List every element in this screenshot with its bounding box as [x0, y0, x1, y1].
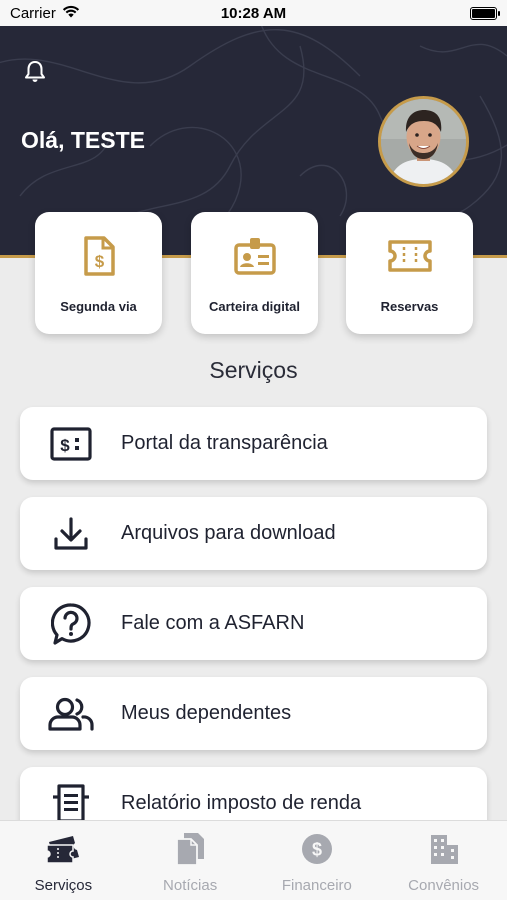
- svg-text:$: $: [94, 252, 104, 271]
- ticket-icon: [387, 234, 433, 278]
- carrier-label: Carrier: [10, 4, 56, 22]
- service-label: Meus dependentes: [121, 702, 292, 724]
- ticket-icon: [45, 831, 81, 867]
- quick-action-carteira-digital[interactable]: Carteira digital: [191, 212, 318, 334]
- quick-action-label: Segunda via: [60, 299, 137, 314]
- tab-convenios[interactable]: Convênios: [380, 821, 507, 900]
- money-screen-icon: $: [20, 426, 121, 461]
- tab-noticias[interactable]: Notícias: [127, 821, 254, 900]
- wifi-icon: [62, 5, 80, 22]
- buildings-icon: [428, 831, 460, 867]
- svg-text:$: $: [60, 436, 70, 455]
- service-arquivos-download[interactable]: Arquivos para download: [20, 497, 487, 570]
- quick-action-reservas[interactable]: Reservas: [346, 212, 473, 334]
- service-meus-dependentes[interactable]: Meus dependentes: [20, 677, 487, 750]
- service-label: Portal da transparência: [121, 432, 328, 454]
- tab-label: Financeiro: [281, 877, 352, 894]
- service-label: Arquivos para download: [121, 522, 336, 544]
- documents-icon: [174, 831, 206, 867]
- tab-label: Serviços: [34, 877, 93, 894]
- id-card-icon: [233, 234, 277, 278]
- avatar[interactable]: [378, 96, 469, 187]
- services-section-title: Serviços: [209, 357, 298, 383]
- greeting-text: Olá, TESTE: [21, 127, 145, 153]
- battery-icon: [470, 6, 500, 20]
- users-icon: [20, 697, 121, 731]
- service-label: Fale com a ASFARN: [121, 612, 305, 634]
- tab-financeiro[interactable]: $ Financeiro: [254, 821, 381, 900]
- download-icon: [20, 516, 121, 551]
- tab-label: Notícias: [163, 877, 218, 894]
- tab-servicos[interactable]: Serviços: [0, 821, 127, 900]
- service-fale-com-asfarn[interactable]: Fale com a ASFARN: [20, 587, 487, 660]
- tab-label: Convênios: [408, 877, 480, 894]
- quick-action-segunda-via[interactable]: $ Segunda via: [35, 212, 162, 334]
- quick-action-label: Carteira digital: [208, 299, 301, 314]
- invoice-dollar-icon: $: [82, 234, 116, 278]
- status-bar: Carrier 10:28 AM: [0, 0, 507, 26]
- dollar-circle-icon: $: [301, 831, 333, 867]
- notifications-bell-icon[interactable]: [24, 60, 46, 89]
- svg-text:$: $: [312, 840, 322, 860]
- quick-action-label: Reservas: [380, 299, 439, 314]
- tab-bar: Serviços Notícias $ Financeiro Convênios: [0, 820, 507, 900]
- question-bubble-icon: [20, 602, 121, 645]
- receipt-icon: [20, 783, 121, 825]
- service-label: Relatório imposto de renda: [121, 792, 362, 814]
- service-portal-transparencia[interactable]: $ Portal da transparência: [20, 407, 487, 480]
